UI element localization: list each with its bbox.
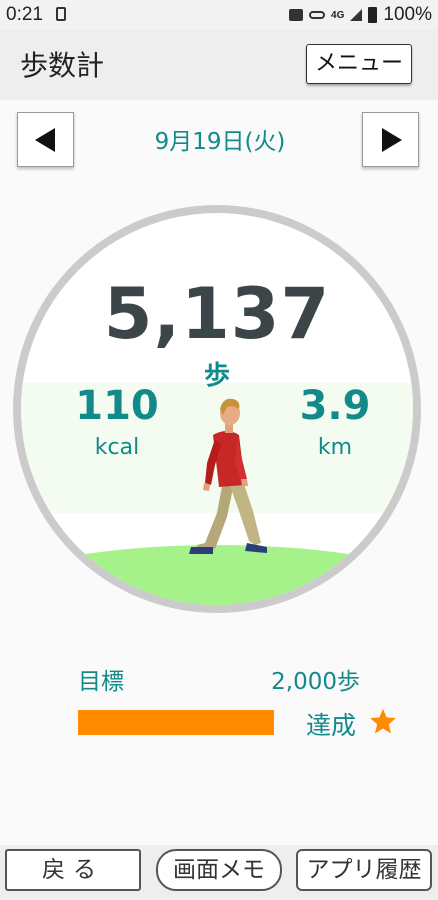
goal-progress-fill — [78, 710, 274, 735]
prev-day-button[interactable] — [17, 112, 74, 167]
current-date: 9月19日(火) — [154, 129, 286, 155]
goal-status: 達成 — [306, 711, 357, 740]
walking-person-icon — [189, 398, 267, 554]
goal-progress-bar — [78, 710, 274, 735]
main-content: 9月19日(火) 5,137 歩 110 kcal 3.9 km 目標 2,00… — [0, 100, 438, 845]
vibrate-icon — [56, 7, 66, 21]
triangle-left-icon — [35, 128, 55, 152]
footer-bar: 戻る 画面メモ アプリ履歴 — [0, 845, 438, 900]
star-icon — [370, 708, 396, 734]
key-icon — [309, 11, 326, 19]
battery-icon — [368, 7, 378, 23]
calories-value: 110 — [75, 383, 159, 429]
screen-memo-button[interactable]: 画面メモ — [156, 849, 282, 891]
signal-icon — [350, 9, 363, 21]
goal-target: 2,000歩 — [271, 669, 360, 695]
app-history-button[interactable]: アプリ履歴 — [296, 849, 432, 891]
menu-button[interactable]: メニュー — [306, 44, 412, 84]
next-day-button[interactable] — [362, 112, 419, 167]
dial-face: 5,137 歩 110 kcal 3.9 km — [21, 213, 413, 605]
app-header: 歩数計 メニュー — [0, 30, 438, 100]
distance-unit: km — [317, 435, 353, 460]
goal-label: 目標 — [78, 669, 124, 695]
back-button[interactable]: 戻る — [5, 849, 141, 891]
status-icons: 4G 100% — [289, 4, 432, 26]
network-type: 4G — [331, 9, 345, 21]
status-bar: 0:21 4G 100% — [0, 0, 438, 30]
step-dial: 5,137 歩 110 kcal 3.9 km — [13, 205, 421, 613]
battery-percent: 100% — [383, 4, 432, 25]
distance-value: 3.9 — [299, 383, 371, 429]
page-title: 歩数計 — [20, 49, 105, 82]
status-time: 0:21 — [6, 4, 43, 25]
notification-icon — [289, 9, 304, 21]
step-count: 5,137 — [103, 273, 331, 355]
calories-unit: kcal — [94, 435, 140, 460]
triangle-right-icon — [382, 128, 402, 152]
